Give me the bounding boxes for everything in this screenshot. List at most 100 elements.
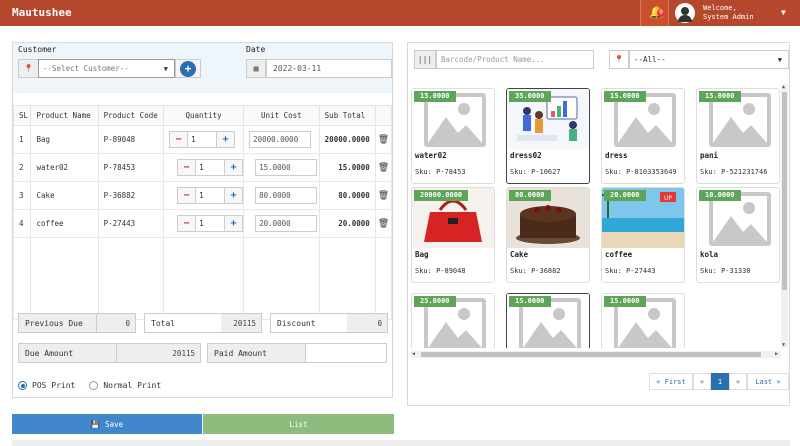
total-value: 20115 [221,314,261,332]
product-name: coffee [605,250,633,259]
product-card[interactable]: 15.0000 water02 Sku: P-78453 [411,88,495,184]
save-button[interactable]: 💾 Save [12,414,202,434]
pos-print-label[interactable]: POS Print [32,381,75,390]
unit-cost-input[interactable]: 20000.0000 [249,131,312,148]
customer-select[interactable]: --Select Customer-- ▼ [38,59,175,78]
row-quantity: −1 + [163,209,245,238]
product-sku: Sku: P-89048 [415,267,466,275]
increase-qty-button[interactable]: + [216,131,236,148]
brand-logo[interactable]: Mautushee [12,6,72,19]
product-sku: Sku: P-10627 [510,168,561,176]
paid-amount-input[interactable] [306,344,386,362]
table-row: 1 Bag P-89048 −1 + 20000.0000 20000.0000 … [12,125,393,154]
table-row: 2 water02 P-78453 −1 + 15.0000 15.0000 🗑 [12,153,393,182]
qty-input[interactable]: 1 [188,131,217,148]
decrease-qty-button[interactable]: − [177,215,197,232]
table-row: 3 Cake P-36882 −1 + 80.0000 80.0000 🗑 [12,181,393,210]
pos-print-radio[interactable] [18,381,27,390]
unit-cost-input[interactable]: 20.0000 [255,215,318,232]
pager-next[interactable]: » [729,373,747,390]
category-select-value: --All-- [634,55,666,64]
scroll-right-icon[interactable]: ▶ [775,351,778,357]
customer-label: Customer [18,45,57,54]
welcome-text: Welcome, System Admin [703,4,754,22]
price-badge: 80.0000 [509,190,551,201]
increase-qty-button[interactable]: + [224,215,244,232]
vertical-scroll-thumb[interactable] [782,92,787,290]
product-name: Bag [415,250,429,259]
product-name: Cake [510,250,529,259]
product-card[interactable]: 15.0000 [506,293,590,348]
row-product-name: Cake [30,181,99,210]
qty-input[interactable]: 1 [196,159,225,176]
category-select[interactable]: --All-- ▼ [629,50,789,69]
qty-input[interactable]: 1 [196,187,225,204]
customer-select-value: --Select Customer-- [43,64,129,73]
list-button[interactable]: List [203,414,394,434]
discount-label: Discount [271,314,347,332]
paid-amount-label: Paid Amount [208,344,306,362]
row-quantity: −1 + [163,181,245,210]
row-sl: 1 [12,125,32,154]
discount-field: Discount 0 [270,313,388,333]
increase-qty-button[interactable]: + [224,159,244,176]
normal-print-label[interactable]: Normal Print [103,381,161,390]
trash-icon[interactable]: 🗑 [374,181,393,210]
product-card[interactable]: 10.0000 kola Sku: P-31330 [696,187,780,283]
total-field: Total 20115 [144,313,262,333]
price-badge: 15.0000 [699,91,741,102]
col-product-code: Product Code [97,105,165,126]
unit-cost-input[interactable]: 15.0000 [255,159,318,176]
order-panel: Customer 📍 --Select Customer-- ▼ + Date … [12,42,393,398]
unit-cost-input[interactable]: 80.0000 [255,187,318,204]
decrease-qty-button[interactable]: − [177,187,197,204]
trash-icon[interactable]: 🗑 [374,209,393,238]
add-customer-addon[interactable]: + [175,59,201,78]
product-search-input[interactable]: Barcode/Product Name... [436,50,594,69]
product-name: dress [605,151,628,160]
scroll-up-icon[interactable]: ▲ [782,84,785,90]
qty-input[interactable]: 1 [196,215,225,232]
scroll-left-icon[interactable]: ◀ [412,351,415,357]
save-icon: 💾 [90,419,101,429]
due-amount-value: 20115 [117,344,200,362]
discount-input[interactable]: 0 [347,314,387,332]
due-amount-field: Due Amount 20115 [18,343,201,363]
pager-current[interactable]: 1 [711,373,729,390]
decrease-qty-button[interactable]: − [177,159,197,176]
trash-icon[interactable]: 🗑 [374,153,393,182]
horizontal-scrollbar[interactable]: ◀ ▶ [411,351,781,358]
chevron-down-icon[interactable]: ▼ [781,8,786,17]
product-card[interactable]: UP 20.0000 coffee Sku: P-27443 [601,187,685,283]
pager-first[interactable]: « First [649,373,693,390]
scroll-down-icon[interactable]: ▼ [782,342,785,348]
notification-button[interactable]: 🔔 0 [640,0,668,26]
product-card[interactable]: 15.0000 [601,293,685,348]
product-card[interactable]: 20000.0000 Bag Sku: P-89048 [411,187,495,283]
trash-icon[interactable]: 🗑 [374,125,393,154]
user-menu[interactable]: Welcome, System Admin ▼ [668,0,800,26]
normal-print-radio[interactable] [89,381,99,390]
product-card[interactable]: 15.0000 dress Sku: P-8103353649 [601,88,685,184]
product-card[interactable]: 15.0000 pani Sku: P-521231746 [696,88,780,184]
col-quantity: Quantity [163,105,245,126]
svg-text:UP: UP [664,195,672,202]
price-badge: 35.0000 [509,91,551,102]
chevron-down-icon: ▼ [163,65,168,73]
vertical-scrollbar[interactable]: ▲ ▼ [781,84,788,348]
list-label: List [289,419,308,429]
date-input[interactable]: 2022-03-11 [266,59,392,78]
horizontal-scroll-thumb[interactable] [421,352,761,357]
row-quantity: −1 + [163,153,245,182]
pager-prev[interactable]: « [693,373,711,390]
add-customer-button[interactable]: + [180,60,196,77]
decrease-qty-button[interactable]: − [169,131,189,148]
increase-qty-button[interactable]: + [224,187,244,204]
product-card[interactable]: 80.0000 Cake Sku: P-36882 [506,187,590,283]
pager-last[interactable]: Last » [747,373,789,390]
price-badge: 20.0000 [604,190,646,201]
row-sub-total: 20.0000 [318,209,376,238]
product-card[interactable]: 35.0000 dress02 Sku: P-10627 [506,88,590,184]
product-card[interactable]: 25.0000 [411,293,495,348]
product-sku: Sku: P-78453 [415,168,466,176]
